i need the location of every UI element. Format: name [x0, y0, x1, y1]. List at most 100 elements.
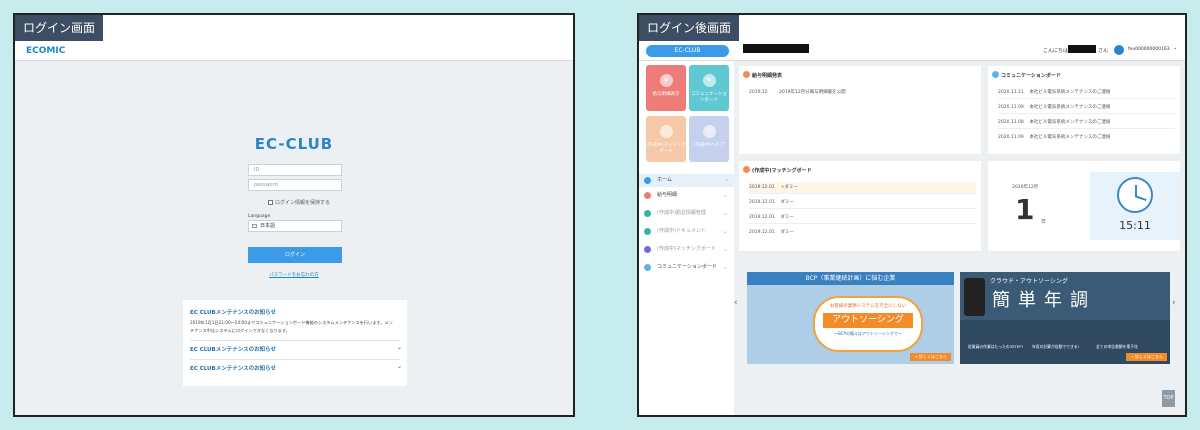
sidebar: ¥ 給与明細表示 ✎ コミュニケーションボード … (作成中)マッチングボード i (作…: [639, 61, 734, 415]
row-text: 本社ビル電気系統メンテナンスのご連絡: [1029, 120, 1111, 125]
phone-icon: [964, 278, 985, 316]
nav-label: 給与明細: [657, 192, 678, 198]
notice-title[interactable]: EC CLUBメンテナンスのお知らせ: [190, 364, 276, 372]
chevron-down-icon: ⌄: [722, 210, 728, 217]
tile-label: 給与明細表示: [652, 92, 680, 97]
nav-label: コミュニケーションボード: [657, 264, 717, 270]
login-header: ECOMIC: [15, 43, 573, 61]
list-item[interactable]: 2020.11.08 本社ビル電気系統メンテナンスのご連絡: [998, 117, 1175, 129]
row-text: ダミー: [780, 230, 794, 235]
nav-item-attendance[interactable]: (作成中)勤怠情報管理 ⌄: [639, 207, 734, 220]
dashboard-screen-tag: ログイン後画面: [639, 15, 740, 41]
banner-main: アウトソーシング: [823, 313, 913, 328]
nav-item-communication[interactable]: コミュニケーションボード ⌄: [639, 261, 734, 274]
banner-main: 簡単年調: [992, 290, 1096, 311]
chevron-down-icon: ⌄: [722, 228, 728, 235]
notice-title[interactable]: EC CLUBメンテナンスのお知らせ: [190, 345, 276, 353]
divider: [190, 340, 400, 341]
yen-icon: ¥: [659, 74, 673, 87]
forgot-password-link[interactable]: パスワードをお忘れの方: [15, 272, 573, 278]
nav-label: (作成中)ドキュメント: [657, 228, 706, 234]
calendar-day-suffix: 日: [1041, 219, 1047, 225]
login-button[interactable]: ログイン: [248, 247, 342, 263]
chevron-down-icon: ⌄: [722, 246, 728, 253]
list-item[interactable]: 2019.12.01 ダミー: [749, 197, 976, 209]
row-date: 2020.11.08: [998, 120, 1024, 125]
chevron-down-icon[interactable]: ⌄: [397, 363, 402, 370]
chevron-down-icon: ⌄: [722, 192, 728, 199]
info-icon: i: [702, 125, 716, 138]
row-text: 2019年12月分賞与明細書を公開: [779, 90, 846, 95]
row-text: 本社ビル電気系統メンテナンスのご連絡: [1029, 90, 1111, 95]
list-item[interactable]: 2020.11.09 本社ビル電気系統メンテナンスのご連絡: [998, 132, 1175, 144]
yen-icon: [644, 192, 651, 199]
row-date: 2019.12.01: [749, 200, 775, 205]
list-item[interactable]: 2020.11.11 本社ビル電気系統メンテナンスのご連絡: [998, 87, 1175, 99]
banner-feature: 従業員の作業はたったの3STEP!: [968, 344, 1024, 349]
calendar-day: 1: [1015, 193, 1035, 226]
card-title: 給与明細発表: [752, 73, 783, 79]
banner-feature: 全ての申告書類を電子化: [1096, 344, 1138, 349]
row-date: 2020.11.09: [998, 105, 1024, 110]
notice-panel: EC CLUBメンテナンスのお知らせ 2019年1月1日21:00〜24:00ま…: [183, 300, 407, 386]
user-avatar-icon[interactable]: [1114, 45, 1124, 55]
row-text: ダミー: [780, 215, 794, 220]
remember-checkbox[interactable]: ログイン情報を保持する: [268, 199, 330, 206]
tile-payslip[interactable]: ¥ 給与明細表示: [646, 65, 686, 111]
list-item[interactable]: 2019.12.01 ダミー: [749, 227, 976, 239]
nav-item-home[interactable]: ホーム ›: [639, 174, 734, 187]
nav-label: ホーム: [657, 177, 672, 183]
chevron-down-icon[interactable]: ⌄: [1173, 45, 1177, 51]
dashboard-screen-panel: ログイン後画面 EC-CLUB こんにちは さん feu000000000163…: [637, 13, 1187, 417]
row-date: 2019.12.01: [749, 185, 775, 190]
id-input[interactable]: ID: [248, 164, 342, 176]
row-text: ダミー: [780, 200, 794, 205]
carousel-prev-icon[interactable]: ‹: [734, 298, 738, 308]
login-body: EC-CLUB ID password ログイン情報を保持する Language…: [15, 61, 573, 415]
clock-icon: [1117, 177, 1153, 213]
nav-label: (作成中)マッチングボード: [657, 246, 716, 252]
clock-time: 15:11: [1119, 219, 1151, 232]
notice-title[interactable]: EC CLUBメンテナンスのお知らせ: [190, 308, 276, 316]
nenchou-banner[interactable]: クラウド・アウトソーシング 簡単年調 従業員の作業はたったの3STEP! 年収の…: [960, 272, 1170, 364]
row-date: 2020.11.11: [998, 90, 1024, 95]
clock-icon: [644, 210, 651, 217]
redacted-username: [1068, 45, 1096, 53]
banner-more-link[interactable]: → 詳しくはこちら: [910, 353, 951, 361]
notice-body: 2019年1月1日21:00〜24:00までコミュニケーションボード機能のシステ…: [190, 320, 393, 333]
chevron-down-icon[interactable]: ⌄: [397, 344, 402, 351]
password-input[interactable]: password: [248, 179, 342, 191]
nav-item-payslip[interactable]: 給与明細 ⌄: [639, 189, 734, 202]
communication-card: コミュニケーションボード 2020.11.11 本社ビル電気系統メンテナンスのご…: [988, 66, 1180, 154]
tile-matching[interactable]: … (作成中)マッチングボード: [646, 116, 686, 162]
tile-help[interactable]: i (作成中)ヘルプ: [689, 116, 729, 162]
tile-communication[interactable]: ✎ コミュニケーションボード: [689, 65, 729, 111]
list-item[interactable]: 2020.11.09 本社ビル電気系統メンテナンスのご連絡: [998, 102, 1175, 114]
row-date: 2019.12.01: [749, 215, 775, 220]
matching-icon: [644, 246, 651, 253]
carousel-next-icon[interactable]: ›: [1172, 298, 1176, 308]
megaphone-icon: ✎: [702, 74, 716, 87]
list-item[interactable]: 2019.12 2019年12月分賞与明細書を公開: [749, 87, 976, 99]
chevron-down-icon: ⌄: [722, 264, 728, 271]
banner-more-link[interactable]: → 詳しくはこちら: [1126, 353, 1167, 361]
remember-label: ログイン情報を保持する: [275, 200, 331, 206]
login-screen-tag: ログイン画面: [15, 15, 104, 41]
language-select[interactable]: 日本語: [248, 220, 342, 232]
brand-pill[interactable]: EC-CLUB: [646, 45, 729, 57]
row-text: ダミー: [784, 185, 798, 190]
language-label: Language: [248, 214, 271, 219]
bcp-banner[interactable]: BCP（事業継続計画）に悩む企業 お客様の業務システムを万全にしない アウトソー…: [747, 272, 954, 364]
tile-label: (作成中)ヘルプ: [693, 143, 725, 148]
list-item[interactable]: 2019.12.01 ★ダミー: [749, 182, 976, 194]
checkbox-icon[interactable]: [268, 200, 273, 205]
user-id[interactable]: feu000000000163: [1128, 47, 1170, 52]
japan-flag-icon: [252, 223, 257, 228]
list-item[interactable]: 2019.12.01 ダミー: [749, 212, 976, 224]
scroll-top-button[interactable]: TOP: [1162, 390, 1175, 407]
tile-label: (作成中)マッチングボード: [646, 143, 686, 154]
banner-headline: クラウド・アウトソーシング: [990, 278, 1068, 285]
nav-item-documents[interactable]: (作成中)ドキュメント ⌄: [639, 225, 734, 238]
nav-item-matching[interactable]: (作成中)マッチングボード ⌄: [639, 243, 734, 256]
clock-widget: 15:11: [1090, 172, 1180, 240]
